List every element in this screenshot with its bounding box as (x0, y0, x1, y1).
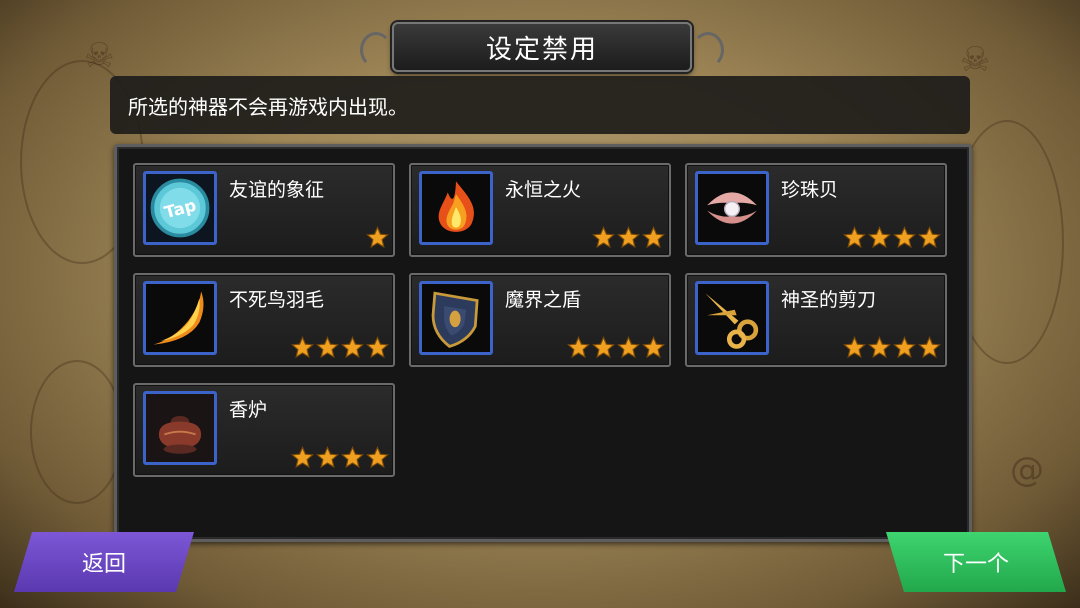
star-icon (592, 226, 615, 249)
artifact-name: 永恒之火 (505, 179, 582, 201)
artifact-card[interactable]: 珍珠贝 (685, 163, 947, 257)
phoenix-feather-icon (143, 281, 217, 355)
artifact-panel: Tap 友谊的象征 永恒之火 珍珠贝 不死鸟羽毛 魔界之盾 神圣的剪刀 香炉 (114, 144, 972, 542)
star-rating (843, 226, 941, 249)
star-icon (316, 446, 339, 469)
back-button-label: 返回 (81, 552, 126, 577)
demon-shield-icon (419, 281, 493, 355)
star-icon (918, 226, 941, 249)
star-icon (291, 336, 314, 359)
next-button[interactable]: 下一个 (886, 532, 1066, 592)
title-banner: 设定禁用 (360, 22, 724, 72)
skull-icon: ☠ (960, 40, 991, 80)
artifact-name: 珍珠贝 (781, 179, 839, 201)
star-icon (868, 336, 891, 359)
artifact-card[interactable]: 不死鸟羽毛 (133, 273, 395, 367)
star-rating (366, 226, 389, 249)
star-icon (592, 336, 615, 359)
star-icon (366, 336, 389, 359)
artifact-name: 魔界之盾 (505, 289, 582, 311)
star-icon (316, 336, 339, 359)
star-rating (291, 336, 389, 359)
star-icon (868, 226, 891, 249)
golden-scissors-icon (695, 281, 769, 355)
star-rating (567, 336, 665, 359)
incense-burner-icon (143, 391, 217, 465)
flame-icon (419, 171, 493, 245)
star-icon (893, 336, 916, 359)
star-icon (843, 336, 866, 359)
star-icon (291, 446, 314, 469)
next-button-label: 下一个 (942, 552, 1009, 577)
star-icon (341, 446, 364, 469)
artifact-card[interactable]: 永恒之火 (409, 163, 671, 257)
artifact-name: 香炉 (229, 399, 268, 421)
skull-icon: ☠ (84, 36, 115, 76)
artifact-name: 神圣的剪刀 (781, 289, 877, 311)
artifact-name: 不死鸟羽毛 (229, 289, 325, 311)
star-icon (567, 336, 590, 359)
star-rating (592, 226, 665, 249)
artifact-card[interactable]: 神圣的剪刀 (685, 273, 947, 367)
artifact-card[interactable]: Tap 友谊的象征 (133, 163, 395, 257)
page-title: 设定禁用 (485, 34, 598, 65)
star-icon (341, 336, 364, 359)
description-bar: 所选的神器不会再游戏内出现。 (110, 76, 970, 134)
pearl-shell-icon (695, 171, 769, 245)
star-rating (291, 446, 389, 469)
star-icon (366, 226, 389, 249)
star-icon (918, 336, 941, 359)
star-icon (843, 226, 866, 249)
star-icon (893, 226, 916, 249)
star-icon (617, 226, 640, 249)
star-icon (366, 446, 389, 469)
artifact-card[interactable]: 魔界之盾 (409, 273, 671, 367)
artifact-name: 友谊的象征 (229, 179, 325, 201)
artifact-card[interactable]: 香炉 (133, 383, 395, 477)
star-icon (642, 226, 665, 249)
spiral-icon: @ (1010, 450, 1044, 490)
star-icon (617, 336, 640, 359)
description-text: 所选的神器不会再游戏内出现。 (128, 94, 408, 119)
star-rating (843, 336, 941, 359)
back-button[interactable]: 返回 (14, 532, 194, 592)
tap-coin-icon: Tap (143, 171, 217, 245)
star-icon (642, 336, 665, 359)
